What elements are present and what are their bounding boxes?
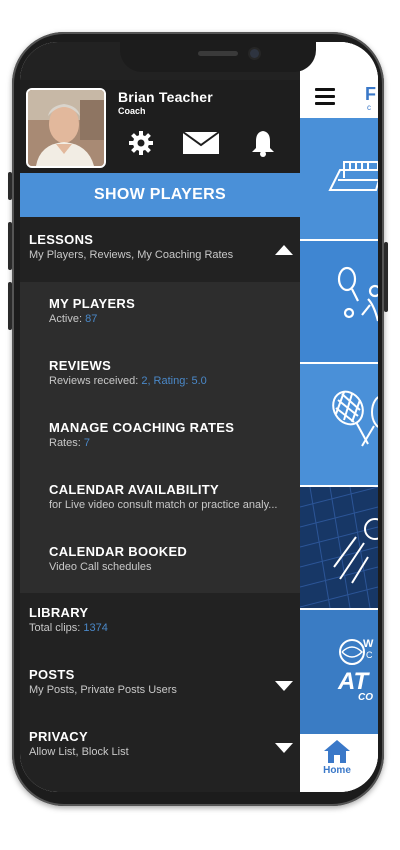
menu-lessons-title: LESSONS [29, 232, 94, 247]
lessons-submenu: MY PLAYERS Active: 87 REVIEWS Reviews re… [20, 282, 300, 593]
menu-lessons-subtitle: My Players, Reviews, My Coaching Rates [29, 249, 234, 261]
tile-court[interactable] [300, 118, 378, 239]
collapse-arrow-icon[interactable] [275, 245, 293, 255]
menu-item-title: CALENDAR BOOKED [49, 544, 188, 559]
menu-lessons[interactable]: LESSONS My Players, Reviews, My Coaching… [29, 232, 297, 261]
phone-volume-up [8, 222, 12, 270]
tile-sponsors[interactable]: W C AT CO [300, 610, 378, 734]
menu-item-title: REVIEWS [49, 358, 112, 373]
tile-player[interactable] [300, 241, 378, 362]
reviews-count: 2, Rating: 5.0 [141, 375, 207, 387]
menu-privacy-subtitle: Allow List, Block List [29, 746, 129, 758]
menu-item-subtitle: Active: 87 [49, 313, 98, 325]
profile-role: Coach [118, 106, 146, 116]
app-logo-fragment-2: c [367, 103, 371, 112]
tile-rackets[interactable] [300, 364, 378, 485]
show-players-button[interactable]: SHOW PLAYERS [20, 173, 300, 217]
menu-library-title: LIBRARY [29, 605, 89, 620]
front-camera [250, 49, 259, 58]
menu-item-title: MANAGE COACHING RATES [49, 420, 235, 435]
expand-arrow-icon[interactable] [275, 743, 293, 753]
gear-icon[interactable] [128, 130, 154, 156]
menu-item-title: MY PLAYERS [49, 296, 136, 311]
expand-arrow-icon[interactable] [275, 681, 293, 691]
menu-manage-coaching-rates[interactable]: MANAGE COACHING RATES Rates: 7 [49, 420, 297, 449]
menu-item-subtitle: Reviews received: 2, Rating: 5.0 [49, 375, 207, 387]
menu-library[interactable]: LIBRARY Total clips: 1374 [29, 605, 297, 634]
sponsor-text-1: W [363, 638, 374, 650]
rates-count: 7 [83, 437, 90, 449]
bell-icon[interactable] [251, 129, 275, 157]
avatar-photo [28, 90, 104, 166]
home-tab[interactable]: Home [300, 734, 378, 792]
menu-posts-subtitle: My Posts, Private Posts Users [29, 684, 177, 696]
speaker [198, 51, 238, 56]
side-drawer: Brian Teacher Coach SHOW PLAYERS LESSONS… [20, 42, 300, 792]
menu-item-subtitle: Rates: 7 [49, 437, 90, 449]
app-logo-fragment: F [365, 84, 376, 104]
menu-my-players[interactable]: MY PLAYERS Active: 87 [49, 296, 297, 325]
menu-item-subtitle: for Live video consult match or practice… [49, 499, 278, 511]
active-count: 87 [85, 313, 98, 325]
tennis-player-icon [337, 266, 378, 322]
tennis-ball-icon [300, 487, 378, 608]
phone-power-button [384, 242, 388, 312]
phone-screen: F c W C AT CO Home Brian Teacher Coach S… [20, 42, 378, 792]
home-tab-label: Home [323, 765, 351, 776]
home-icon [324, 740, 350, 763]
profile-name: Brian Teacher [118, 89, 213, 105]
menu-item-subtitle: Video Call schedules [49, 561, 152, 573]
phone-mute-switch [8, 172, 12, 200]
menu-item-title: CALENDAR AVAILABILITY [49, 482, 219, 497]
menu-privacy[interactable]: PRIVACY Allow List, Block List [29, 729, 297, 758]
phone-volume-down [8, 282, 12, 330]
tennis-court-icon [328, 161, 378, 191]
clips-count: 1374 [83, 622, 108, 634]
tile-ball[interactable] [300, 487, 378, 608]
menu-reviews[interactable]: REVIEWS Reviews received: 2, Rating: 5.0 [49, 358, 297, 387]
main-app-peek[interactable]: F c W C AT CO Home [300, 42, 378, 792]
sponsor-text-2: C [366, 650, 373, 660]
menu-calendar-booked[interactable]: CALENDAR BOOKED Video Call schedules [49, 544, 297, 573]
menu-posts[interactable]: POSTS My Posts, Private Posts Users [29, 667, 297, 696]
notch [120, 42, 316, 72]
hamburger-icon[interactable] [315, 88, 335, 109]
profile-header: Brian Teacher Coach [20, 80, 300, 175]
menu-posts-title: POSTS [29, 667, 75, 682]
envelope-icon[interactable] [182, 131, 220, 155]
menu-calendar-availability[interactable]: CALENDAR AVAILABILITY for Live video con… [49, 482, 297, 511]
avatar[interactable] [26, 88, 106, 168]
menu-privacy-title: PRIVACY [29, 729, 88, 744]
sponsor-text-4: CO [358, 692, 373, 703]
menu-library-subtitle: Total clips: 1374 [29, 622, 108, 634]
crossed-rackets-icon [332, 390, 378, 447]
